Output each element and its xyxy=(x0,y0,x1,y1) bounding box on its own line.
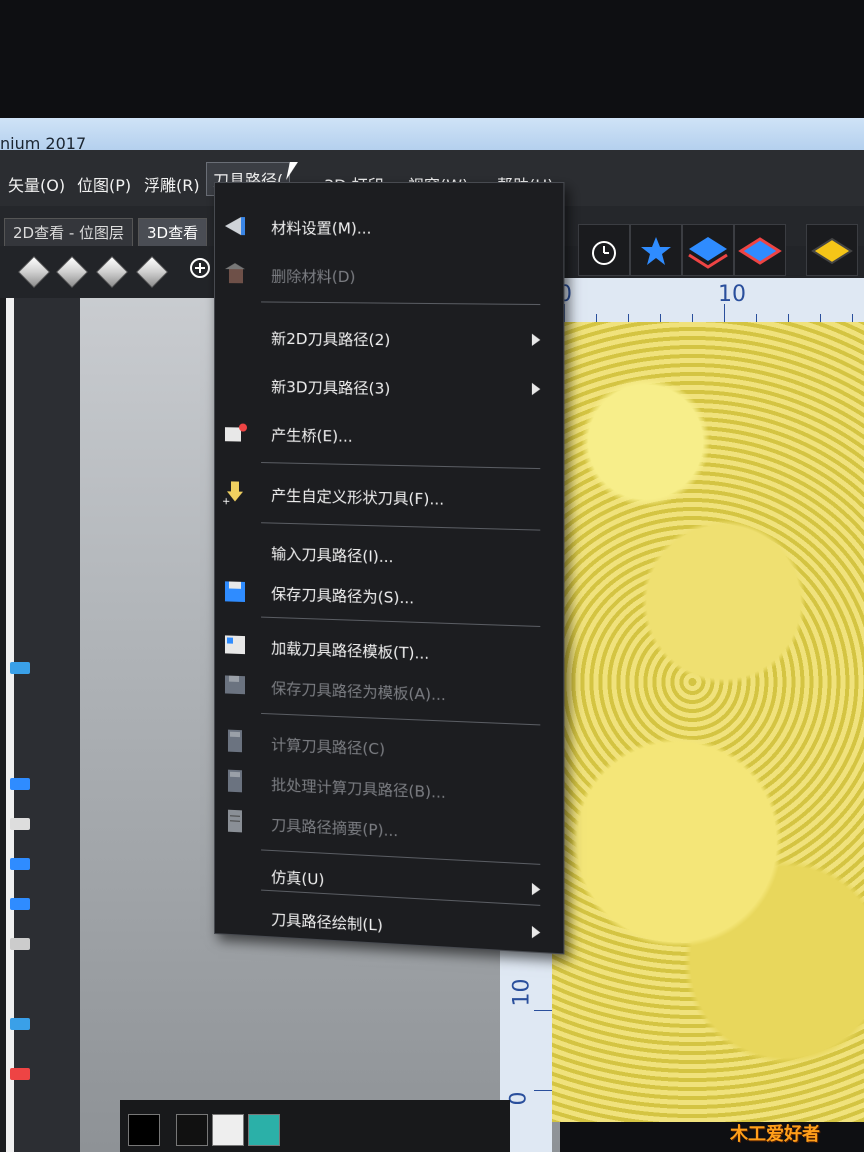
color-swatch[interactable] xyxy=(176,1114,208,1146)
submenu-arrow-icon xyxy=(532,883,540,896)
clock-icon xyxy=(579,225,629,275)
view-cube-iso-icon[interactable] xyxy=(18,256,50,288)
load-template-icon xyxy=(221,631,249,658)
view-cube-front-icon[interactable] xyxy=(56,256,88,288)
layer-red-button[interactable] xyxy=(734,224,786,276)
layer-red-icon xyxy=(735,225,785,275)
color-swatch[interactable] xyxy=(128,1114,160,1146)
view-cube-top-icon[interactable] xyxy=(136,256,168,288)
menu-bitmap[interactable]: 位图(P) xyxy=(77,172,131,196)
batch-calculate-icon xyxy=(221,767,249,794)
relief-model-preview[interactable] xyxy=(552,322,864,1122)
watermark-logo: 木工爱好者 xyxy=(730,1120,820,1146)
tab-2d-view[interactable]: 2D查看 - 位图层 xyxy=(4,218,133,247)
tool-icon[interactable] xyxy=(10,938,30,950)
menu-item-material-setup[interactable]: 材料设置(M)... xyxy=(215,207,553,249)
layer-blue-button[interactable] xyxy=(682,224,734,276)
menu-item-create-bridge[interactable]: 产生桥(E)... xyxy=(215,413,553,460)
layer-icon[interactable] xyxy=(10,898,30,910)
clock-tool-button[interactable] xyxy=(578,224,630,276)
submenu-arrow-icon xyxy=(532,926,540,939)
view-cube-side-icon[interactable] xyxy=(96,256,128,288)
layer-gold-icon xyxy=(807,225,857,275)
delete-material-icon xyxy=(221,261,249,287)
svg-text:+: + xyxy=(222,496,230,506)
menu-item-custom-shape-tool[interactable]: + 产生自定义形状刀具(F)... xyxy=(215,473,553,522)
ruler-label: 10 xyxy=(718,282,746,307)
layer-blue-icon xyxy=(683,225,733,275)
tab-3d-view[interactable]: 3D查看 xyxy=(138,218,207,247)
color-swatch[interactable] xyxy=(212,1114,244,1146)
star-tool-button[interactable] xyxy=(630,224,682,276)
summary-icon xyxy=(221,807,249,834)
layer-icon[interactable] xyxy=(10,778,30,790)
tool-icon[interactable] xyxy=(10,1068,30,1080)
zoom-icon[interactable] xyxy=(188,256,216,284)
panel-tab-icon[interactable] xyxy=(10,1018,30,1030)
save-template-icon xyxy=(221,671,249,698)
panel-tab-icon[interactable] xyxy=(10,662,30,674)
menu-item-delete-material: 删除材料(D) xyxy=(215,255,553,298)
ruler-label: 0 xyxy=(507,1092,532,1106)
create-bridge-icon xyxy=(221,419,249,446)
layer-icon[interactable] xyxy=(10,858,30,870)
calculate-icon xyxy=(221,727,249,754)
color-swatch[interactable] xyxy=(248,1114,280,1146)
tool-icon[interactable] xyxy=(10,818,30,830)
custom-tool-icon: + xyxy=(221,479,249,506)
submenu-arrow-icon xyxy=(532,334,540,346)
menu-item-new-2d-toolpath[interactable]: 新2D刀具路径(2) xyxy=(215,317,553,362)
ruler-top: 0 10 xyxy=(548,278,864,322)
submenu-arrow-icon xyxy=(532,383,540,395)
star-icon xyxy=(631,225,681,275)
menu-item-save-toolpath-as[interactable]: 保存刀具路径为(S)... xyxy=(215,571,553,622)
material-setup-icon xyxy=(221,213,249,239)
layer-gold-button[interactable] xyxy=(806,224,858,276)
menu-item-new-3d-toolpath[interactable]: 新3D刀具路径(3) xyxy=(215,365,553,411)
toolpath-dropdown-menu: 材料设置(M)... 删除材料(D) 新2D刀具路径(2) 新3D刀具路径(3)… xyxy=(214,182,564,954)
ruler-label: 10 xyxy=(510,979,535,1007)
save-toolpath-icon xyxy=(221,577,249,604)
menu-vector[interactable]: 矢量(O) xyxy=(8,172,65,196)
menu-relief[interactable]: 浮雕(R) xyxy=(144,172,200,196)
